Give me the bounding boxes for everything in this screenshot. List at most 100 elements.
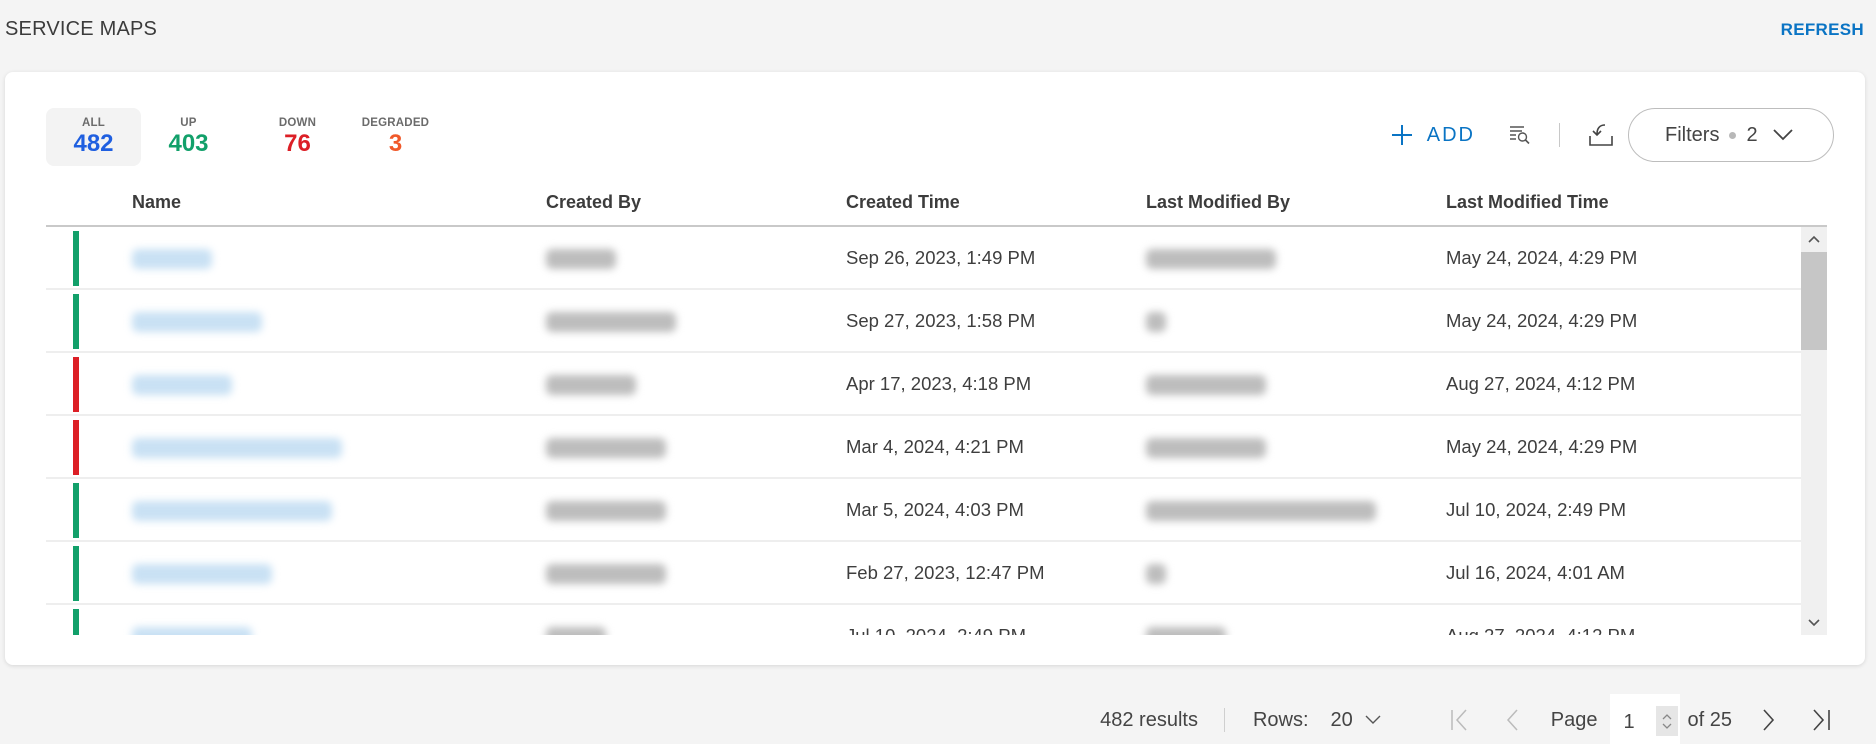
created-time-cell: Feb 27, 2023, 12:47 PM [846,562,1045,583]
table-row[interactable]: [redacted] [redacted] Mar 4, 2024, 4:21 PM… [46,416,1827,479]
filters-dot [1729,131,1737,139]
rows-label: Rows: [1252,708,1309,731]
tab-count: 403 [168,130,209,157]
status-indicator [73,483,79,538]
tab-count: 482 [73,130,114,157]
toolbar-divider [1559,123,1560,147]
footer-divider [1223,708,1225,732]
page-stepper[interactable] [1655,706,1678,736]
tab-count: 3 [388,130,403,157]
table-row[interactable]: [redacted] [redacted] Mar 5, 2024, 4:03 PM… [46,479,1827,542]
column-header-last-modified-by[interactable]: Last Modified By [1146,192,1290,213]
tab-down[interactable]: DOWN 76 [250,108,345,166]
table-header: Name Created By Created Time Last Modifi… [46,182,1827,227]
created-by-cell: [redacted] [546,501,666,521]
chevron-down-icon [1772,129,1793,141]
chevron-down-icon [1365,715,1381,724]
created-by-cell: [redacted] [546,375,636,395]
service-map-name-link[interactable]: [redacted] [132,375,232,395]
service-maps-card: ALL 482 UP 403 DOWN 76 DEGRADED 3 ADD Fi… [5,72,1865,665]
page-label: Page [1550,708,1598,731]
column-header-created-time[interactable]: Created Time [846,192,960,213]
filters-count: 2 [1746,123,1758,146]
list-search-icon [1510,126,1530,145]
vertical-scrollbar[interactable] [1801,227,1827,635]
chevron-down-icon [1808,619,1820,627]
plus-icon [1391,125,1412,145]
created-time-cell: Mar 4, 2024, 4:21 PM [846,436,1024,457]
last-modified-time-cell: May 24, 2024, 4:29 PM [1446,436,1638,457]
tab-degraded[interactable]: DEGRADED 3 [348,108,443,166]
last-modified-by-cell: [redacted] [1146,375,1266,395]
created-by-cell: [redacted] [546,438,666,458]
previous-page-button[interactable] [1497,705,1527,735]
last-modified-by-cell: [redacted] [1146,564,1166,584]
last-modified-by-cell: [redacted] [1146,312,1166,332]
table-row[interactable]: [redacted] [redacted] Feb 27, 2023, 12:47 … [46,542,1827,605]
filters-label: Filters [1665,123,1720,146]
status-indicator [73,420,79,475]
list-search-button[interactable] [1505,120,1535,150]
column-header-last-modified-time[interactable]: Last Modified Time [1446,192,1609,213]
last-modified-time-cell: Aug 27, 2024, 4:12 PM [1446,625,1635,635]
scroll-down-button[interactable] [1801,611,1827,635]
first-page-button[interactable] [1445,705,1475,735]
created-by-cell: [redacted] [546,249,616,269]
service-map-name-link[interactable]: [redacted] [132,501,332,521]
table-row[interactable]: [redacted] [redacted] Sep 26, 2023, 1:49 P… [46,227,1827,290]
refresh-link[interactable]: REFRESH [1781,20,1864,40]
status-indicator [73,546,79,601]
first-page-icon [1451,709,1467,731]
total-pages: of 25 [1687,708,1732,731]
table-row[interactable]: [redacted] [redacted] Apr 17, 2023, 4:18 P… [46,353,1827,416]
add-button[interactable]: ADD [1391,124,1475,147]
scroll-thumb[interactable] [1801,252,1827,350]
last-modified-by-cell: [redacted] [1146,438,1266,458]
filters-button[interactable]: Filters 2 [1628,108,1834,162]
rows-per-page-select[interactable]: Rows: 20 [1253,709,1381,732]
created-by-cell: [redacted] [546,627,606,635]
last-modified-time-cell: May 24, 2024, 4:29 PM [1446,247,1638,268]
last-modified-by-cell: [redacted] [1146,249,1276,269]
chevron-left-icon [1506,709,1518,731]
tab-up[interactable]: UP 403 [141,108,236,166]
created-by-cell: [redacted] [546,564,666,584]
service-map-name-link[interactable]: [redacted] [132,249,212,269]
last-page-icon [1813,709,1830,731]
stepper-down-icon [1662,723,1671,729]
chevron-right-icon [1763,709,1775,731]
rows-value: 20 [1330,708,1353,731]
export-button[interactable] [1586,120,1616,150]
page-number-input[interactable]: 1 [1609,694,1680,744]
column-header-created-by[interactable]: Created By [546,192,641,213]
tab-label: DEGRADED [361,117,430,129]
service-map-name-link[interactable]: [redacted] [132,312,262,332]
chevron-up-icon [1808,235,1820,243]
service-map-name-link[interactable]: [redacted] [132,627,252,635]
download-icon [1589,124,1613,146]
table-row[interactable]: [redacted] [redacted] Sep 27, 2023, 1:58 P… [46,290,1827,353]
last-modified-by-cell: [redacted] [1146,627,1226,635]
status-indicator [73,231,79,286]
page-title: SERVICE MAPS [5,18,158,40]
service-map-name-link[interactable]: [redacted] [132,438,342,458]
scroll-up-button[interactable] [1801,227,1827,251]
status-indicator [73,294,79,349]
table-body: [redacted] [redacted] Sep 26, 2023, 1:49 P… [46,227,1827,635]
tab-label: ALL [82,117,105,129]
next-page-button[interactable] [1754,705,1784,735]
last-modified-time-cell: Jul 16, 2024, 4:01 AM [1446,562,1625,583]
last-modified-time-cell: Jul 10, 2024, 2:49 PM [1446,499,1626,520]
tab-count: 76 [284,130,311,157]
created-time-cell: Mar 5, 2024, 4:03 PM [846,499,1024,520]
service-map-name-link[interactable]: [redacted] [132,564,272,584]
table-row[interactable]: [redacted] [redacted] Jul 10, 2024, 2:49 P… [46,605,1827,635]
column-header-name[interactable]: Name [132,192,181,213]
created-time-cell: Jul 10, 2024, 2:49 PM [846,625,1026,635]
last-modified-by-cell: [redacted] [1146,501,1376,521]
tab-all[interactable]: ALL 482 [46,108,141,166]
tab-label: UP [180,117,197,129]
created-time-cell: Sep 26, 2023, 1:49 PM [846,247,1036,268]
tab-label: DOWN [278,117,317,129]
last-page-button[interactable] [1806,705,1836,735]
